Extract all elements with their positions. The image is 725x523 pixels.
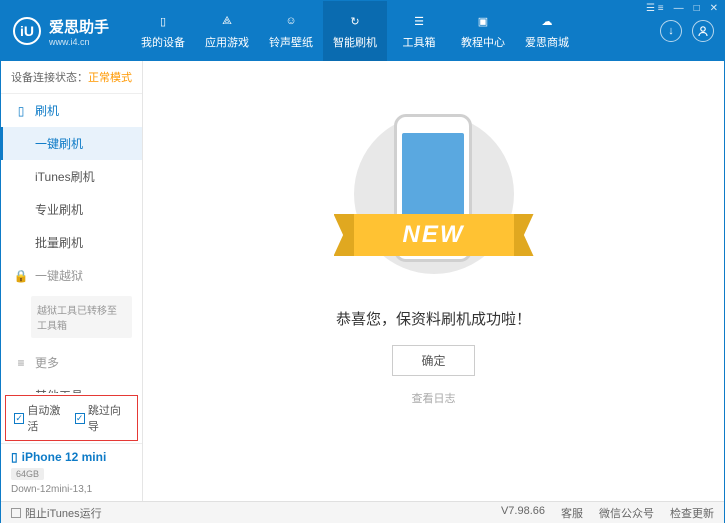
version-label: V7.98.66 <box>501 505 545 521</box>
app-title: 爱思助手 <box>49 16 109 37</box>
tab-icon: ☰ <box>409 12 429 30</box>
view-log-link[interactable]: 查看日志 <box>412 390 456 406</box>
success-message: 恭喜您，保资料刷机成功啦！ <box>336 308 531 329</box>
tab-1[interactable]: ⟁应用游戏 <box>195 1 259 61</box>
header-actions: ↓ <box>660 20 724 42</box>
device-name: ▯iPhone 12 mini <box>11 450 132 464</box>
section-jailbreak[interactable]: 🔒一键越狱 <box>1 259 142 292</box>
tab-icon: ☁ <box>537 12 557 30</box>
new-ribbon: NEW <box>334 214 534 256</box>
more-icon: ≡ <box>15 356 27 370</box>
flash-options: ✓自动激活 ✓跳过向导 <box>5 395 138 441</box>
main-content: NEW 恭喜您，保资料刷机成功啦！ 确定 查看日志 <box>143 61 724 501</box>
section-flash[interactable]: ▯刷机 <box>1 94 142 127</box>
tab-icon: ⟁ <box>217 12 237 30</box>
app-header: ☰ ≡ — □ ✕ iU 爱思助手 www.i4.cn ▯我的设备⟁应用游戏☺铃… <box>1 1 724 61</box>
device-storage: 64GB <box>11 468 44 480</box>
download-button[interactable]: ↓ <box>660 20 682 42</box>
connection-status: 设备连接状态：正常模式 <box>1 61 142 94</box>
tab-3[interactable]: ↻智能刷机 <box>323 1 387 61</box>
phone-icon: ▯ <box>15 104 27 118</box>
menu-item-flash-2[interactable]: 专业刷机 <box>1 193 142 226</box>
auto-activate-checkbox[interactable]: ✓自动激活 <box>14 402 69 434</box>
section-more[interactable]: ≡更多 <box>1 346 142 379</box>
jailbreak-note: 越狱工具已转移至工具箱 <box>31 296 132 338</box>
user-icon <box>697 25 709 37</box>
tab-0[interactable]: ▯我的设备 <box>131 1 195 61</box>
menu-item-flash-0[interactable]: 一键刷机 <box>1 127 142 160</box>
tab-icon: ▣ <box>473 12 493 30</box>
skip-guide-checkbox[interactable]: ✓跳过向导 <box>75 402 130 434</box>
maximize-icon[interactable]: □ <box>692 3 702 14</box>
menu-item-flash-3[interactable]: 批量刷机 <box>1 226 142 259</box>
tab-6[interactable]: ☁爱思商城 <box>515 1 579 61</box>
tab-4[interactable]: ☰工具箱 <box>387 1 451 61</box>
wechat-link[interactable]: 微信公众号 <box>599 505 654 521</box>
success-illustration: NEW <box>344 106 524 286</box>
sidebar-menu: ▯刷机 一键刷机iTunes刷机专业刷机批量刷机 🔒一键越狱 越狱工具已转移至工… <box>1 94 142 393</box>
minimize-icon[interactable]: — <box>672 3 686 14</box>
status-value: 正常模式 <box>88 72 132 84</box>
status-bar: 阻止iTunes运行 V7.98.66 客服 微信公众号 检查更新 <box>1 501 724 523</box>
device-model: Down-12mini-13,1 <box>11 484 132 495</box>
block-itunes-checkbox[interactable]: 阻止iTunes运行 <box>11 505 102 521</box>
menu-item-flash-1[interactable]: iTunes刷机 <box>1 160 142 193</box>
app-logo: iU 爱思助手 www.i4.cn <box>1 16 131 47</box>
logo-icon: iU <box>13 17 41 45</box>
tab-5[interactable]: ▣教程中心 <box>451 1 515 61</box>
lock-icon: 🔒 <box>15 269 27 283</box>
tab-icon: ↻ <box>345 12 365 30</box>
tab-2[interactable]: ☺铃声壁纸 <box>259 1 323 61</box>
ok-button[interactable]: 确定 <box>392 345 474 376</box>
menu-icon[interactable]: ☰ ≡ <box>644 3 666 14</box>
tab-icon: ☺ <box>281 12 301 30</box>
app-url: www.i4.cn <box>49 37 109 47</box>
device-icon: ▯ <box>11 450 18 464</box>
main-tabs: ▯我的设备⟁应用游戏☺铃声壁纸↻智能刷机☰工具箱▣教程中心☁爱思商城 <box>131 1 660 61</box>
menu-item-more-0[interactable]: 其他工具 <box>1 379 142 393</box>
support-link[interactable]: 客服 <box>561 505 583 521</box>
window-controls: ☰ ≡ — □ ✕ <box>644 3 720 14</box>
user-button[interactable] <box>692 20 714 42</box>
sidebar: 设备连接状态：正常模式 ▯刷机 一键刷机iTunes刷机专业刷机批量刷机 🔒一键… <box>1 61 143 501</box>
device-panel[interactable]: ▯iPhone 12 mini 64GB Down-12mini-13,1 <box>1 443 142 501</box>
close-icon[interactable]: ✕ <box>708 3 720 14</box>
tab-icon: ▯ <box>153 12 173 30</box>
update-link[interactable]: 检查更新 <box>670 505 714 521</box>
